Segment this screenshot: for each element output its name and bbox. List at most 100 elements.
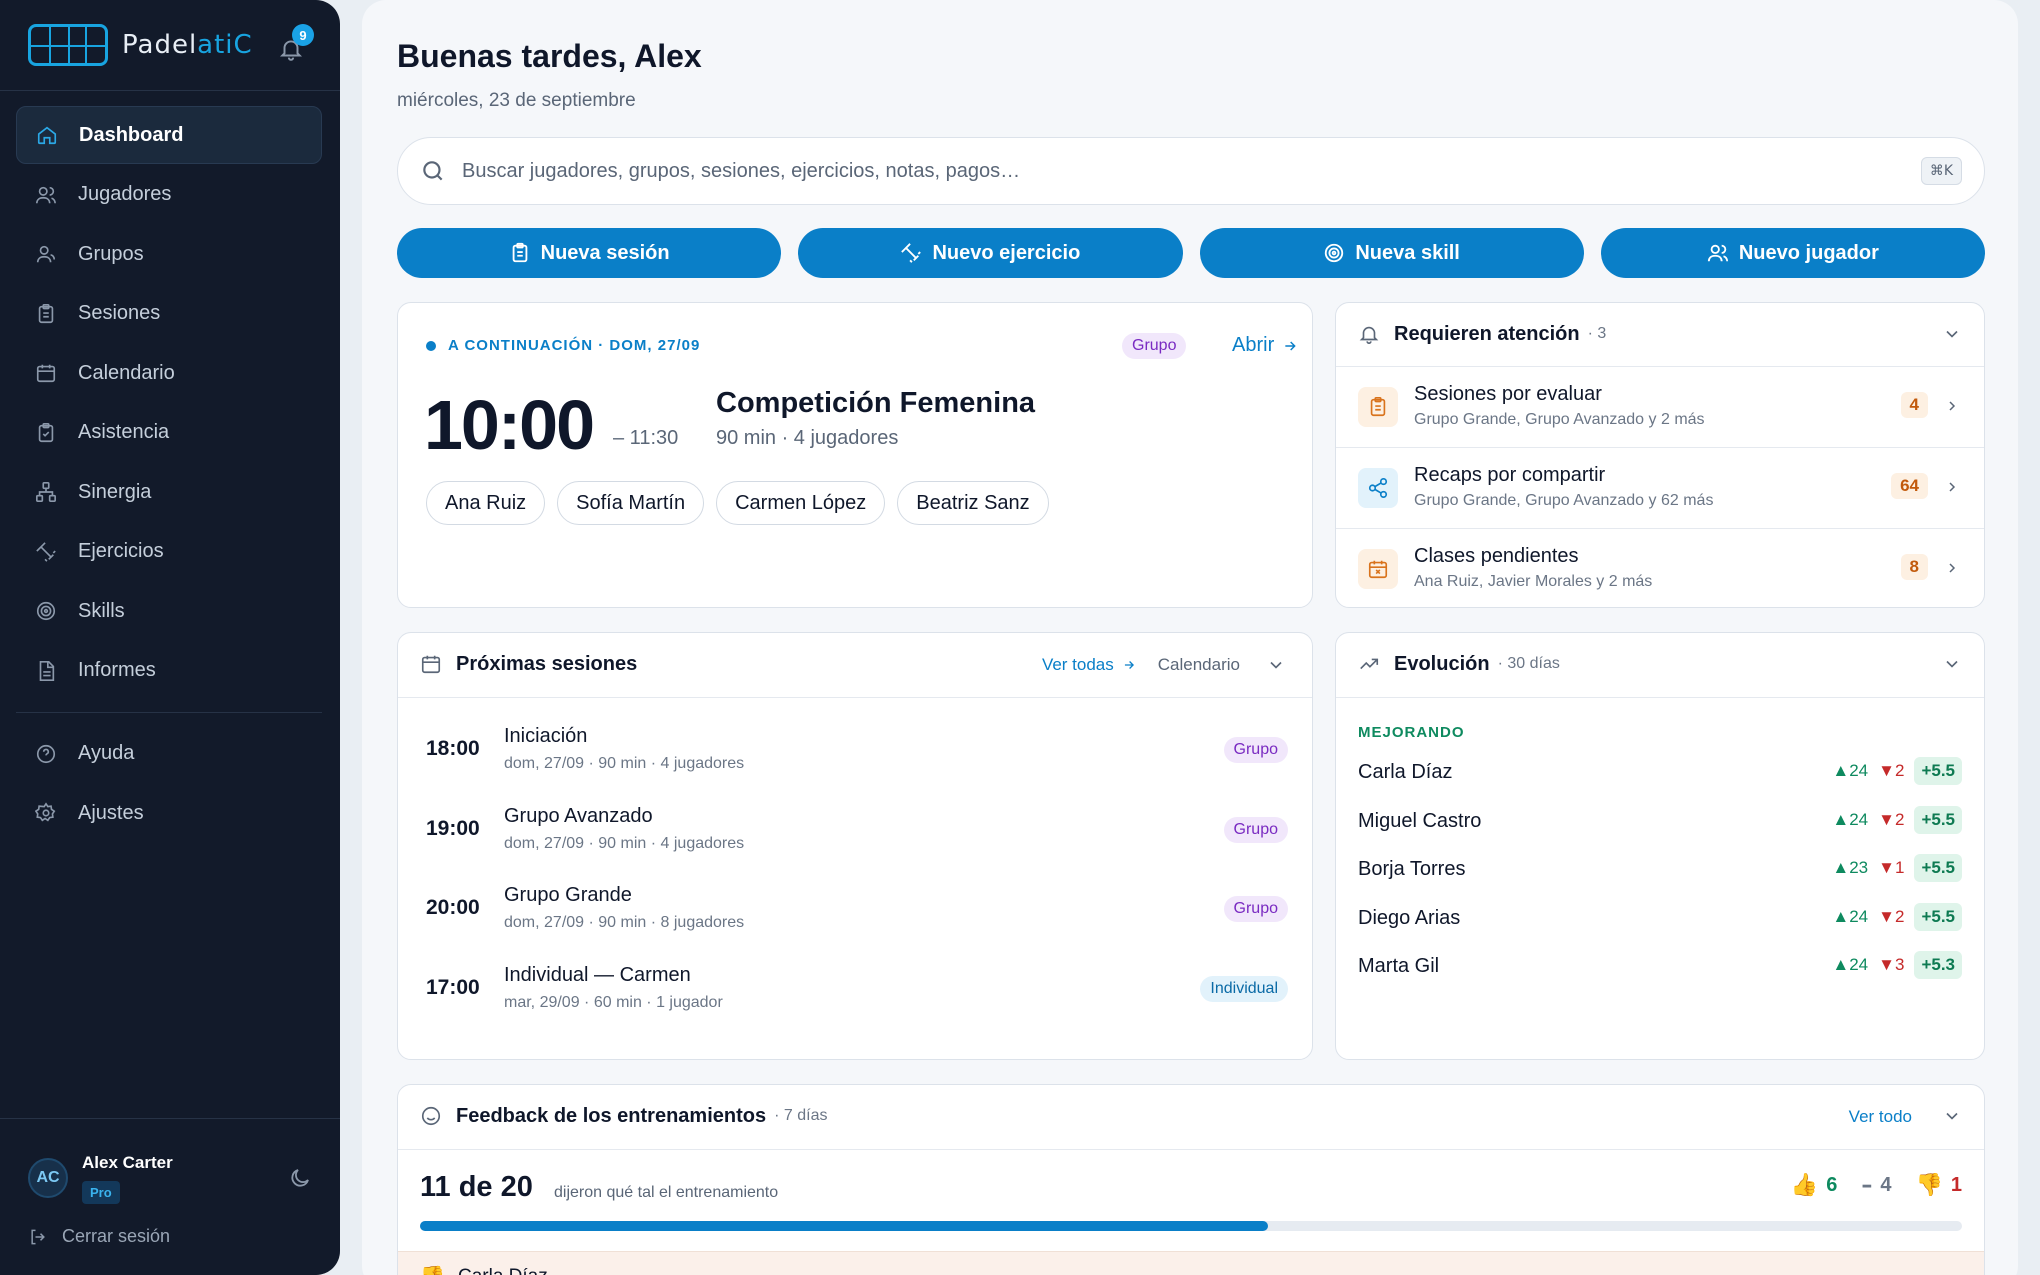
list-item[interactable]: Sesiones por evaluar Grupo Grande, Grupo… — [1336, 366, 1984, 447]
card-period: · 30 días — [1497, 655, 1560, 672]
new-session-button[interactable]: Nueva sesión — [397, 228, 782, 278]
player-chip[interactable]: Beatriz Sanz — [897, 481, 1049, 525]
attention-header[interactable]: Requieren atención · 3 — [1358, 303, 1962, 365]
sidebar-item-ajustes[interactable]: Ajustes — [16, 784, 322, 842]
table-row[interactable]: 17:00 Individual — Carmen mar, 29/09 · 6… — [426, 954, 1288, 1034]
calendar-link[interactable]: Calendario — [1158, 655, 1240, 675]
logo-text: PadelatiC — [122, 30, 253, 60]
card-title: Requieren atención — [1394, 322, 1580, 345]
card-title: Feedback de los entrenamientos — [456, 1104, 767, 1127]
session-start-time: 10:00 — [424, 386, 595, 464]
sidebar-item-jugadores[interactable]: Jugadores — [16, 166, 322, 224]
sidebar-item-skills[interactable]: Skills — [16, 582, 322, 640]
chevron-down-icon[interactable] — [1942, 654, 1962, 674]
dumbbell-icon — [36, 541, 56, 562]
player-name: Carla Díaz — [458, 1266, 548, 1275]
notifications-button[interactable]: 9 — [278, 24, 314, 61]
search-bar[interactable]: Buscar jugadores, grupos, sesiones, ejer… — [397, 137, 1985, 205]
player-chip[interactable]: Carmen López — [716, 481, 886, 525]
down-count: ▼2 — [1878, 809, 1905, 829]
document-icon — [39, 660, 55, 681]
share-icon — [1368, 478, 1388, 498]
evolution-header[interactable]: Evolución · 30 días — [1358, 633, 1962, 695]
list-item[interactable]: Carla Díaz ▲24 ▼2 +5.5 — [1358, 751, 1962, 800]
count-badge: 8 — [1900, 554, 1928, 580]
list-item[interactable]: Recaps por compartir Grupo Grande, Grupo… — [1336, 447, 1984, 528]
sidebar-item-sesiones[interactable]: Sesiones — [16, 285, 322, 343]
sidebar-item-calendario[interactable]: Calendario — [16, 344, 322, 402]
list-item[interactable]: Miguel Castro ▲24 ▼2 +5.5 — [1358, 800, 1962, 849]
logout-button[interactable]: Cerrar sesión — [28, 1226, 170, 1247]
session-title: Iniciación — [504, 725, 588, 747]
link-label: Ver todas — [1041, 655, 1114, 674]
new-exercise-button[interactable]: Nuevo ejercicio — [798, 228, 1183, 278]
link-label: Abrir — [1232, 334, 1275, 356]
chevron-down-icon[interactable] — [1266, 655, 1286, 675]
sidebar-item-asistencia[interactable]: Asistencia — [16, 404, 322, 462]
card-period: · 7 días — [774, 1107, 828, 1124]
list-item[interactable]: Marta Gil ▲24 ▼3 +5.3 — [1358, 945, 1962, 994]
see-all-link[interactable]: Ver todo — [1849, 1107, 1912, 1127]
table-row[interactable]: 19:00 Grupo Avanzado dom, 27/09 · 90 min… — [426, 795, 1288, 875]
arrow-right-icon — [1124, 661, 1134, 669]
status-dot — [426, 340, 436, 351]
user-name: Alex Carter — [82, 1152, 173, 1172]
network-icon — [36, 482, 56, 502]
logo[interactable]: PadelatiC 9 — [28, 22, 314, 68]
logo-mark-icon — [28, 24, 108, 66]
next-session-card[interactable]: A CONTINUACIÓN · DOM, 27/09 Grupo Abrir … — [397, 302, 1313, 608]
delta-badge: +5.5 — [1914, 902, 1962, 931]
list-item[interactable]: 👎 Carla Díaz — [398, 1251, 1984, 1275]
attention-subtitle: Ana Ruiz, Javier Morales y 2 más — [1414, 573, 1653, 590]
see-all-link[interactable]: Ver todas — [1042, 655, 1136, 675]
sidebar-item-ayuda[interactable]: Ayuda — [16, 725, 322, 783]
new-player-button[interactable]: Nuevo jugador — [1600, 228, 1985, 278]
card-title: Evolución — [1394, 652, 1490, 675]
player-chip[interactable]: Ana Ruiz — [426, 481, 546, 525]
evolution-list: Carla Díaz ▲24 ▼2 +5.5 Miguel Castro ▲24 ▼2… — [1358, 751, 1962, 994]
chevron-down-icon[interactable] — [1942, 324, 1962, 344]
sidebar-item-label: Jugadores — [78, 183, 172, 205]
down-count: ▼1 — [1878, 858, 1905, 877]
attention-title: Clases pendientes — [1414, 545, 1579, 567]
up-count: ▲24 — [1832, 761, 1869, 780]
search-input[interactable]: Buscar jugadores, grupos, sesiones, ejer… — [462, 160, 1020, 183]
attention-subtitle: Grupo Grande, Grupo Avanzado y 2 más — [1414, 411, 1705, 428]
list-item[interactable]: Diego Arias ▲24 ▼2 +5.5 — [1358, 897, 1962, 946]
new-skill-button[interactable]: Nueva skill — [1199, 228, 1584, 278]
divider — [398, 1149, 1984, 1150]
feedback-count-label: dijeron qué tal el entrenamiento — [554, 1184, 779, 1201]
table-row[interactable]: 18:00 Iniciación dom, 27/09 · 90 min · 4… — [426, 715, 1288, 795]
player-chip[interactable]: Sofía Martín — [557, 481, 705, 525]
chevron-right-icon — [1949, 563, 1956, 573]
list-item[interactable]: Clases pendientes Ana Ruiz, Javier Moral… — [1336, 528, 1984, 607]
session-type-badge: Grupo — [1223, 737, 1288, 763]
current-date: miércoles, 23 de septiembre — [397, 90, 636, 111]
feedback-header[interactable]: Feedback de los entrenamientos · 7 días — [420, 1085, 1962, 1147]
session-type-badge: Grupo — [1223, 816, 1288, 843]
open-session-link[interactable]: Abrir — [1232, 334, 1298, 357]
session-title: Grupo Grande — [504, 884, 632, 906]
sidebar-item-grupos[interactable]: Grupos — [16, 225, 322, 283]
button-label: Nuevo jugador — [1738, 241, 1879, 264]
sidebar-item-informes[interactable]: Informes — [16, 642, 322, 700]
card-title: Próximas sesiones — [456, 652, 638, 675]
list-item[interactable]: Borja Torres ▲23 ▼1 +5.5 — [1358, 848, 1962, 897]
chevron-right-icon — [1949, 401, 1956, 411]
user-card[interactable]: AC Alex Carter Pro — [28, 1148, 312, 1208]
sidebar-item-label: Skills — [78, 599, 125, 622]
sidebar-item-dashboard[interactable]: Dashboard — [16, 106, 322, 164]
sidebar-item-label: Sesiones — [78, 302, 161, 324]
attention-card: Requieren atención · 3 Sesiones por eval… — [1335, 302, 1985, 608]
calendar-icon — [421, 655, 441, 674]
sidebar-item-sinergia[interactable]: Sinergia — [16, 463, 322, 521]
player-name: Borja Torres — [1358, 858, 1466, 880]
moon-icon[interactable] — [288, 1166, 312, 1190]
table-row[interactable]: 20:00 Grupo Grande dom, 27/09 · 90 min ·… — [426, 874, 1288, 954]
card-count: · 3 — [1587, 325, 1607, 342]
delta-badge: +5.5 — [1914, 805, 1962, 834]
sidebar-divider — [0, 90, 340, 91]
delta-badge: +5.5 — [1914, 854, 1962, 882]
sidebar-item-ejercicios[interactable]: Ejercicios — [16, 523, 322, 581]
chevron-down-icon[interactable] — [1942, 1106, 1962, 1126]
